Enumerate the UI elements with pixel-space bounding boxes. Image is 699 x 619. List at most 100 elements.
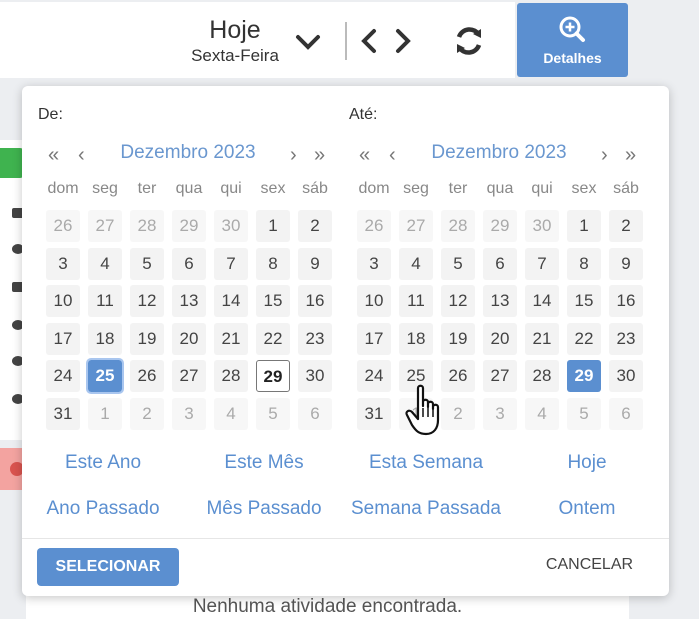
double-chevron-left-icon[interactable]: « xyxy=(48,144,59,166)
calendar-day-outside[interactable]: 5 xyxy=(567,398,601,430)
calendar-day[interactable]: 28 xyxy=(525,360,559,393)
calendar-day[interactable]: 24 xyxy=(46,360,80,393)
calendar-day[interactable]: 18 xyxy=(399,322,433,355)
calendar-day[interactable]: 8 xyxy=(567,247,601,280)
calendar-day-outside[interactable]: 3 xyxy=(483,398,517,430)
calendar-day[interactable]: 17 xyxy=(357,322,391,355)
calendar-day[interactable]: 11 xyxy=(88,285,122,318)
calendar-day[interactable]: 16 xyxy=(609,285,643,318)
calendar-day-outside[interactable]: 26 xyxy=(46,210,80,242)
calendar-day[interactable]: 19 xyxy=(130,322,164,355)
chevron-down-icon[interactable] xyxy=(294,30,322,54)
month-title[interactable]: Dezembro 2023 xyxy=(409,142,589,164)
calendar-day[interactable]: 2 xyxy=(609,210,643,242)
calendar-day[interactable]: 12 xyxy=(441,285,475,318)
calendar-day-outside[interactable]: 6 xyxy=(609,398,643,430)
calendar-day[interactable]: 18 xyxy=(88,322,122,355)
calendar-day[interactable]: 3 xyxy=(46,247,80,280)
chevron-left-icon[interactable]: ‹ xyxy=(389,144,396,166)
calendar-day-outside[interactable]: 27 xyxy=(399,210,433,242)
calendar-day[interactable]: 11 xyxy=(399,285,433,318)
calendar-day[interactable]: 5 xyxy=(441,247,475,280)
calendar-day[interactable]: 20 xyxy=(483,322,517,355)
calendar-day[interactable]: 24 xyxy=(357,360,391,393)
calendar-day-outside[interactable]: 27 xyxy=(88,210,122,242)
calendar-day[interactable]: 15 xyxy=(567,285,601,318)
calendar-day[interactable]: 27 xyxy=(483,360,517,393)
calendar-day[interactable]: 3 xyxy=(357,247,391,280)
calendar-day[interactable]: 20 xyxy=(172,322,206,355)
calendar-day[interactable]: 25 xyxy=(86,358,124,395)
calendar-day[interactable]: 6 xyxy=(483,247,517,280)
calendar-day[interactable]: 10 xyxy=(357,285,391,318)
calendar-day[interactable]: 5 xyxy=(130,247,164,280)
calendar-day[interactable]: 28 xyxy=(214,360,248,393)
calendar-day[interactable]: 16 xyxy=(298,285,332,318)
calendar-day[interactable]: 9 xyxy=(298,247,332,280)
chevron-right-icon[interactable]: › xyxy=(290,144,297,166)
calendar-day[interactable]: 21 xyxy=(214,322,248,355)
calendar-day[interactable]: 17 xyxy=(46,322,80,355)
calendar-day[interactable]: 23 xyxy=(609,322,643,355)
details-button[interactable]: Detalhes xyxy=(517,3,628,77)
calendar-day[interactable]: 7 xyxy=(525,247,559,280)
calendar-day[interactable]: 8 xyxy=(256,247,290,280)
calendar-day[interactable]: 1 xyxy=(567,210,601,242)
range-yesterday[interactable]: Ontem xyxy=(502,498,672,520)
range-last-week[interactable]: Semana Passada xyxy=(341,498,511,520)
calendar-day-outside[interactable]: 3 xyxy=(172,398,206,430)
calendar-day[interactable]: 2 xyxy=(298,210,332,242)
calendar-day-outside[interactable]: 1 xyxy=(88,398,122,430)
range-today[interactable]: Hoje xyxy=(502,452,672,474)
calendar-day[interactable]: 4 xyxy=(399,247,433,280)
calendar-day[interactable]: 22 xyxy=(567,322,601,355)
chevron-left-icon[interactable] xyxy=(358,28,380,54)
current-date-display[interactable]: Hoje Sexta-Feira xyxy=(170,16,300,66)
calendar-day[interactable]: 13 xyxy=(483,285,517,318)
calendar-day[interactable]: 6 xyxy=(172,247,206,280)
chevron-right-icon[interactable] xyxy=(392,28,414,54)
month-title[interactable]: Dezembro 2023 xyxy=(98,142,278,164)
range-this-year[interactable]: Este Ano xyxy=(18,452,188,474)
calendar-day[interactable]: 29 xyxy=(256,360,290,393)
cancel-button[interactable]: CANCELAR xyxy=(527,556,652,580)
calendar-day-outside[interactable]: 6 xyxy=(298,398,332,430)
double-chevron-right-icon[interactable]: » xyxy=(625,144,636,166)
chevron-right-icon[interactable]: › xyxy=(601,144,608,166)
calendar-day[interactable]: 15 xyxy=(256,285,290,318)
calendar-day[interactable]: 10 xyxy=(46,285,80,318)
calendar-day[interactable]: 31 xyxy=(357,398,391,430)
calendar-day-outside[interactable]: 2 xyxy=(130,398,164,430)
calendar-day[interactable]: 27 xyxy=(172,360,206,393)
calendar-day[interactable]: 7 xyxy=(214,247,248,280)
calendar-day[interactable]: 13 xyxy=(172,285,206,318)
calendar-day-outside[interactable]: 26 xyxy=(357,210,391,242)
calendar-day[interactable]: 21 xyxy=(525,322,559,355)
select-button[interactable]: SELECIONAR xyxy=(37,548,179,586)
calendar-day[interactable]: 30 xyxy=(298,360,332,393)
calendar-day[interactable]: 14 xyxy=(525,285,559,318)
double-chevron-right-icon[interactable]: » xyxy=(314,144,325,166)
calendar-day-outside[interactable]: 5 xyxy=(256,398,290,430)
calendar-day-outside[interactable]: 30 xyxy=(525,210,559,242)
calendar-day-outside[interactable]: 29 xyxy=(172,210,206,242)
calendar-day-outside[interactable]: 4 xyxy=(214,398,248,430)
calendar-day-outside[interactable]: 29 xyxy=(483,210,517,242)
calendar-day[interactable]: 9 xyxy=(609,247,643,280)
calendar-day-outside[interactable]: 30 xyxy=(214,210,248,242)
calendar-day[interactable]: 31 xyxy=(46,398,80,430)
calendar-day[interactable]: 22 xyxy=(256,322,290,355)
calendar-day[interactable]: 30 xyxy=(609,360,643,393)
calendar-day-outside[interactable]: 4 xyxy=(525,398,559,430)
calendar-day[interactable]: 19 xyxy=(441,322,475,355)
range-last-month[interactable]: Mês Passado xyxy=(179,498,349,520)
calendar-day[interactable]: 1 xyxy=(256,210,290,242)
chevron-left-icon[interactable]: ‹ xyxy=(78,144,85,166)
range-last-year[interactable]: Ano Passado xyxy=(18,498,188,520)
calendar-day[interactable]: 4 xyxy=(88,247,122,280)
calendar-day[interactable]: 23 xyxy=(298,322,332,355)
calendar-day-outside[interactable]: 28 xyxy=(130,210,164,242)
calendar-day[interactable]: 12 xyxy=(130,285,164,318)
range-this-week[interactable]: Esta Semana xyxy=(341,452,511,474)
calendar-day[interactable]: 29 xyxy=(567,360,601,393)
